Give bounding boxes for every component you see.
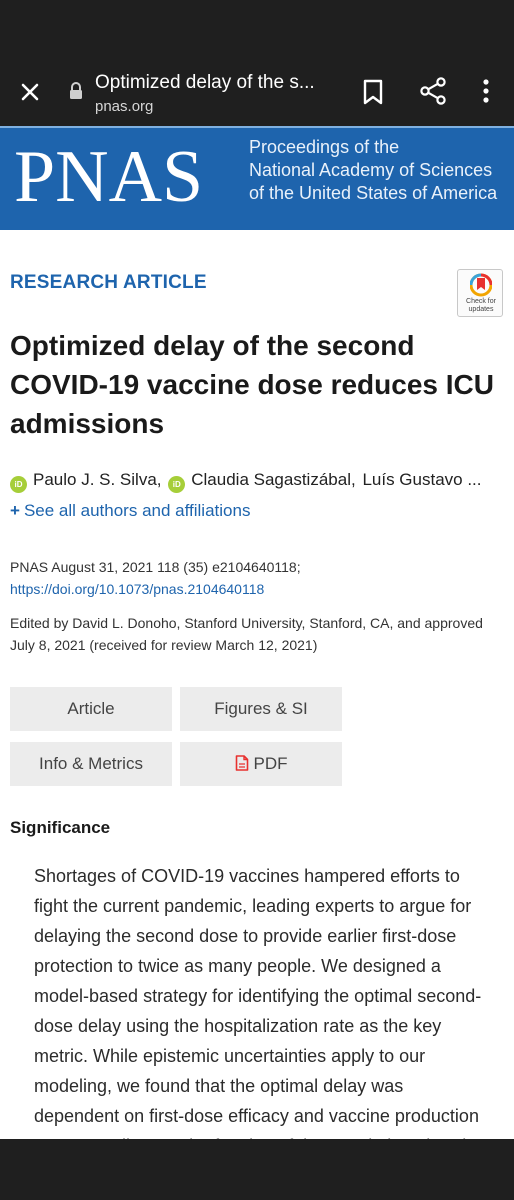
- share-icon[interactable]: [418, 76, 448, 106]
- more-vert-icon[interactable]: [476, 76, 496, 106]
- banner-subtitle-line: of the United States of America: [249, 183, 498, 203]
- article-title: Optimized delay of the second COVID-19 v…: [10, 330, 494, 439]
- author-name[interactable]: Paulo J. S. Silva,: [33, 470, 162, 489]
- citation: PNAS August 31, 2021 118 (35) e210464011…: [10, 556, 301, 600]
- citation-text: PNAS August 31, 2021 118 (35) e210464011…: [10, 559, 301, 575]
- browser-toolbar: Optimized delay of the s... pnas.org: [0, 56, 514, 126]
- author-name[interactable]: Claudia Sagastizábal,: [191, 470, 355, 489]
- author-name[interactable]: Luís Gustavo ...: [362, 470, 481, 489]
- tab-info-metrics[interactable]: Info & Metrics: [10, 742, 172, 786]
- pnas-banner[interactable]: PNAS Proceedings of the National Academy…: [0, 126, 514, 230]
- status-bar: [0, 0, 514, 56]
- banner-subtitle-line: Proceedings of the: [249, 137, 400, 157]
- plus-icon: +: [10, 501, 20, 520]
- tab-article[interactable]: Article: [10, 687, 172, 731]
- see-all-authors-link[interactable]: + See all authors and affiliations: [10, 501, 250, 521]
- orcid-icon[interactable]: iD: [168, 476, 186, 493]
- lock-icon: [70, 82, 82, 99]
- tab-pdf[interactable]: PDF: [180, 742, 342, 786]
- check-updates-label: Check for updates: [458, 298, 504, 314]
- pdf-icon: [235, 755, 248, 771]
- significance-text: Shortages of COVID-19 vaccines hampered …: [34, 866, 482, 1139]
- check-updates-line: Check for: [466, 298, 496, 305]
- check-updates-icon: [470, 273, 492, 297]
- check-updates-line: updates: [468, 306, 494, 313]
- close-icon[interactable]: [14, 76, 46, 108]
- banner-subtitle: Proceedings of the National Academy of S…: [249, 136, 497, 205]
- check-for-updates-badge[interactable]: Check for updates: [457, 269, 503, 317]
- pnas-logo: PNAS: [14, 136, 204, 218]
- author-list: iD Paulo J. S. Silva, iD Claudia Sagastizá…: [10, 470, 514, 496]
- article-type: RESEARCH ARTICLE: [10, 272, 207, 293]
- edited-by: Edited by David L. Donoho, Stanford Univ…: [10, 615, 483, 653]
- tab-figures-si[interactable]: Figures & SI: [180, 687, 342, 731]
- bookmark-icon[interactable]: [360, 78, 386, 106]
- see-all-authors-label: See all authors and affiliations: [23, 501, 251, 520]
- tab-pdf-label: PDF: [253, 754, 288, 773]
- url-domain[interactable]: pnas.org: [95, 98, 153, 115]
- doi-link[interactable]: https://doi.org/10.1073/pnas.2104640118: [10, 578, 301, 600]
- tab-title[interactable]: Optimized delay of the s...: [95, 72, 335, 94]
- orcid-icon[interactable]: iD: [10, 476, 27, 493]
- significance-heading: Significance: [10, 818, 111, 837]
- banner-subtitle-line: National Academy of Sciences: [249, 160, 493, 180]
- bottom-navigation-bar: [0, 1139, 514, 1200]
